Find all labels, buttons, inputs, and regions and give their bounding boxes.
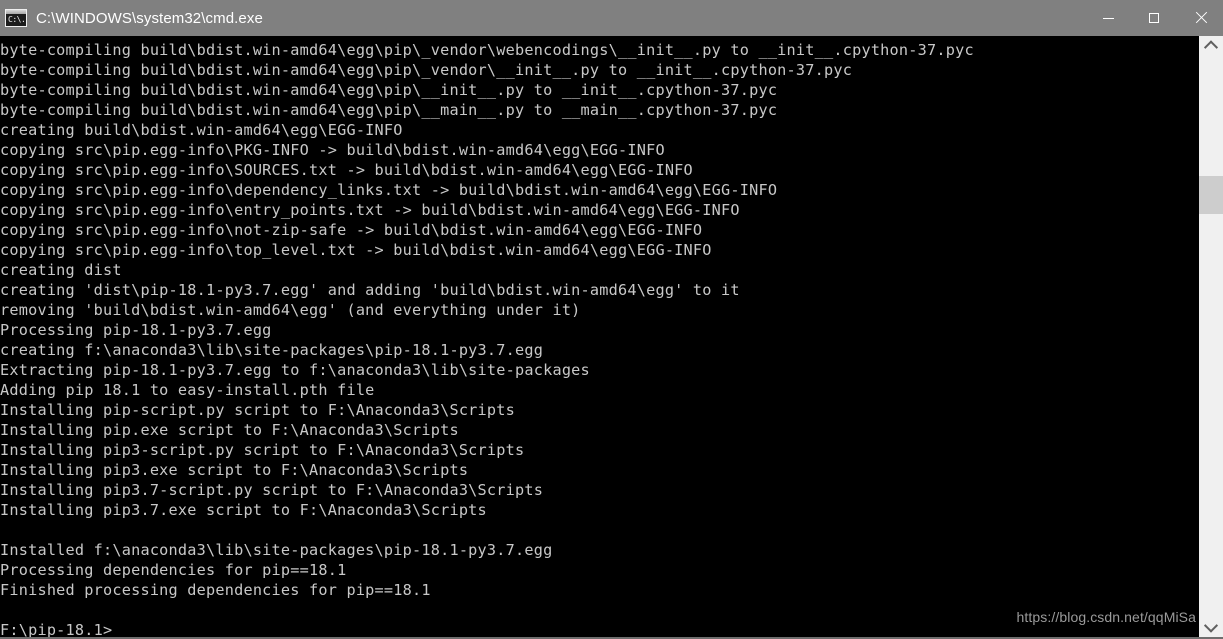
- close-icon: [1194, 12, 1206, 24]
- console-line: copying src\pip.egg-info\top_level.txt -…: [0, 241, 712, 259]
- window-title: C:\WINDOWS\system32\cmd.exe: [36, 9, 263, 27]
- maximize-icon: [1149, 13, 1159, 23]
- close-button[interactable]: [1177, 0, 1223, 36]
- console-line: creating build\bdist.win-amd64\egg\EGG-I…: [0, 121, 403, 139]
- console-line: Installing pip3.exe script to F:\Anacond…: [0, 461, 469, 479]
- console-line: F:\pip-18.1>: [0, 621, 113, 637]
- console-line: copying src\pip.egg-info\SOURCES.txt -> …: [0, 161, 693, 179]
- title-bar[interactable]: C:\. C:\WINDOWS\system32\cmd.exe: [0, 0, 1223, 36]
- console-line: creating dist: [0, 261, 122, 279]
- console-line: removing 'build\bdist.win-amd64\egg' (an…: [0, 301, 581, 319]
- chevron-up-icon: [1203, 40, 1219, 55]
- console-line: copying src\pip.egg-info\not-zip-safe ->…: [0, 221, 703, 239]
- console-line: byte-compiling build\bdist.win-amd64\egg…: [0, 61, 853, 79]
- console-line: Finished processing dependencies for pip…: [0, 581, 431, 599]
- cmd-console-icon: C:\.: [5, 9, 27, 27]
- cmd-window: C:\. C:\WINDOWS\system32\cmd.exe byte-co…: [0, 0, 1223, 639]
- console-line: Extracting pip-18.1-py3.7.egg to f:\anac…: [0, 361, 590, 379]
- console-line: creating 'dist\pip-18.1-py3.7.egg' and a…: [0, 281, 740, 299]
- console-line: creating f:\anaconda3\lib\site-packages\…: [0, 341, 544, 359]
- console-line: byte-compiling build\bdist.win-amd64\egg…: [0, 41, 974, 59]
- console-line: Installing pip3.7.exe script to F:\Anaco…: [0, 501, 487, 519]
- console-line: Processing pip-18.1-py3.7.egg: [0, 321, 272, 339]
- console-line: Processing dependencies for pip==18.1: [0, 561, 347, 579]
- console-line: Installing pip3.7-script.py script to F:…: [0, 481, 544, 499]
- window-controls: [1085, 0, 1223, 36]
- console-output[interactable]: byte-compiling build\bdist.win-amd64\egg…: [0, 36, 1198, 637]
- scroll-up-button[interactable]: [1199, 36, 1223, 56]
- vertical-scrollbar[interactable]: [1198, 36, 1223, 637]
- console-area[interactable]: byte-compiling build\bdist.win-amd64\egg…: [0, 36, 1223, 639]
- maximize-button[interactable]: [1131, 0, 1177, 36]
- cmd-console-icon-titlebar: [6, 10, 26, 14]
- scrollbar-thumb[interactable]: [1199, 176, 1223, 214]
- console-line: copying src\pip.egg-info\entry_points.tx…: [0, 201, 740, 219]
- cmd-console-icon-text: C:\.: [8, 15, 26, 24]
- scrollbar-track[interactable]: [1199, 56, 1223, 617]
- minimize-button[interactable]: [1085, 0, 1131, 36]
- console-line: byte-compiling build\bdist.win-amd64\egg…: [0, 81, 778, 99]
- console-line: copying src\pip.egg-info\dependency_link…: [0, 181, 778, 199]
- minimize-icon: [1102, 17, 1114, 19]
- scroll-down-button[interactable]: [1199, 617, 1223, 637]
- console-line: copying src\pip.egg-info\PKG-INFO -> bui…: [0, 141, 665, 159]
- console-line: Installing pip-script.py script to F:\An…: [0, 401, 515, 419]
- console-line: Adding pip 18.1 to easy-install.pth file: [0, 381, 375, 399]
- console-line: Installing pip.exe script to F:\Anaconda…: [0, 421, 459, 439]
- chevron-down-icon: [1203, 618, 1219, 633]
- console-line: Installed f:\anaconda3\lib\site-packages…: [0, 541, 553, 559]
- console-line: Installing pip3-script.py script to F:\A…: [0, 441, 525, 459]
- console-line: byte-compiling build\bdist.win-amd64\egg…: [0, 101, 778, 119]
